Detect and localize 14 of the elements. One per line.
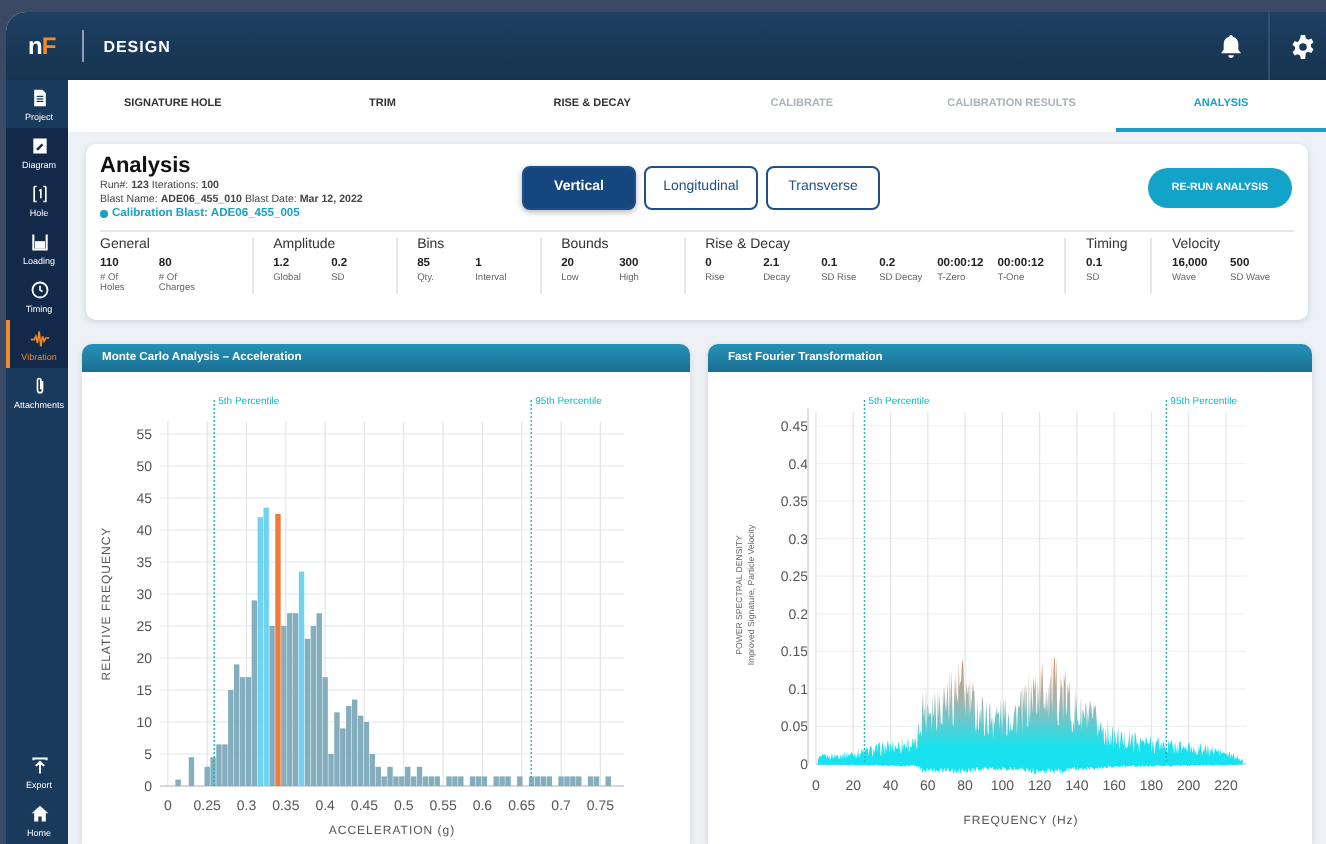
diagram-icon (29, 136, 49, 156)
app-title: DESIGN (103, 37, 171, 55)
dot-icon (100, 210, 108, 218)
container-icon (29, 232, 49, 252)
settings-icon[interactable] (1290, 33, 1316, 59)
upload-icon (29, 756, 49, 776)
clock-icon (29, 280, 49, 300)
numbered-box-icon (29, 184, 49, 204)
waveform-icon (29, 328, 49, 348)
document-icon (29, 88, 49, 108)
section-title: Analysis (100, 154, 193, 178)
logo: nF (28, 32, 56, 60)
bell-icon[interactable] (1220, 34, 1242, 58)
home-icon (29, 804, 49, 824)
